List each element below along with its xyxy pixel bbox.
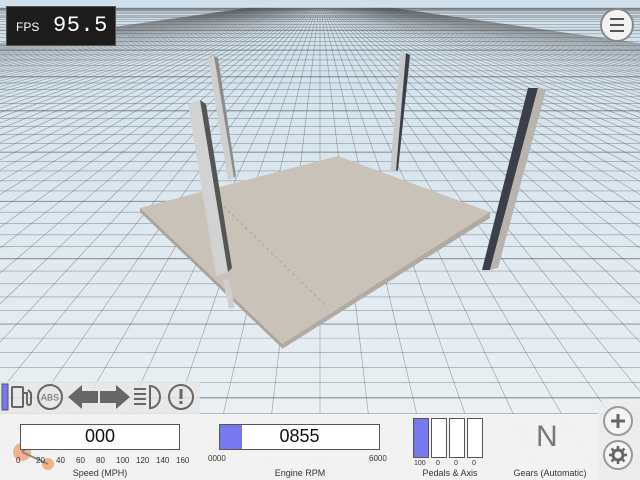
headlight-icon	[134, 384, 161, 410]
rpm-value: 0855	[279, 426, 320, 446]
abs-icon: ABS	[37, 384, 63, 410]
pedal-bar-fill	[414, 419, 428, 457]
rpm-min: 0000	[208, 454, 226, 463]
rpm-max: 6000	[369, 454, 387, 463]
speed-tick: 60	[76, 456, 85, 465]
pedal-value: 0	[472, 460, 476, 467]
speed-tick: 160	[176, 456, 190, 465]
speed-tick: 0	[16, 456, 21, 465]
speed-label: Speed (MPH)	[72, 468, 128, 478]
turn-right-icon	[100, 385, 130, 409]
pedals-label: Pedals & Axis	[422, 468, 478, 478]
fps-value: 95.5	[53, 13, 108, 38]
pedal-bar	[431, 418, 447, 458]
rpm-label: Engine RPM	[274, 468, 326, 478]
gear-label: Gears (Automatic)	[513, 468, 587, 478]
pedal-bar	[449, 418, 465, 458]
speed-tick: 40	[56, 456, 65, 465]
gear-icon	[609, 446, 627, 464]
pedal-bar	[413, 418, 429, 458]
settings-button[interactable]	[603, 440, 633, 470]
pedal-value: 0	[454, 460, 458, 467]
speed-value: 000	[84, 426, 116, 446]
pedal-value: 100	[414, 460, 426, 467]
speed-tick: 100	[116, 456, 130, 465]
indicator-bar: ABS	[0, 381, 200, 414]
warning-icon	[168, 384, 194, 410]
fuel-pump-icon	[11, 386, 32, 408]
dashboard: 000 0 20 40 60 80 100 120 140 160 Speed (MPH) 08…	[0, 414, 640, 480]
abs-label: ABS	[41, 393, 59, 403]
side-controls	[598, 402, 640, 480]
pedal-value: 0	[436, 460, 440, 467]
battery-indicator	[1, 383, 9, 411]
add-button[interactable]	[603, 406, 633, 436]
speed-tick: 80	[96, 456, 105, 465]
fps-label: FPS	[16, 20, 40, 34]
fps-counter: FPS 95.5	[6, 6, 116, 46]
menu-button[interactable]	[600, 8, 634, 42]
hamburger-icon	[610, 16, 624, 34]
gear-value: N	[536, 420, 558, 453]
pedal-bar	[467, 418, 483, 458]
speed-tick: 140	[156, 456, 170, 465]
speed-tick: 20	[36, 456, 45, 465]
speed-tick: 120	[136, 456, 150, 465]
turn-left-icon	[68, 385, 98, 409]
plus-icon	[611, 414, 625, 428]
